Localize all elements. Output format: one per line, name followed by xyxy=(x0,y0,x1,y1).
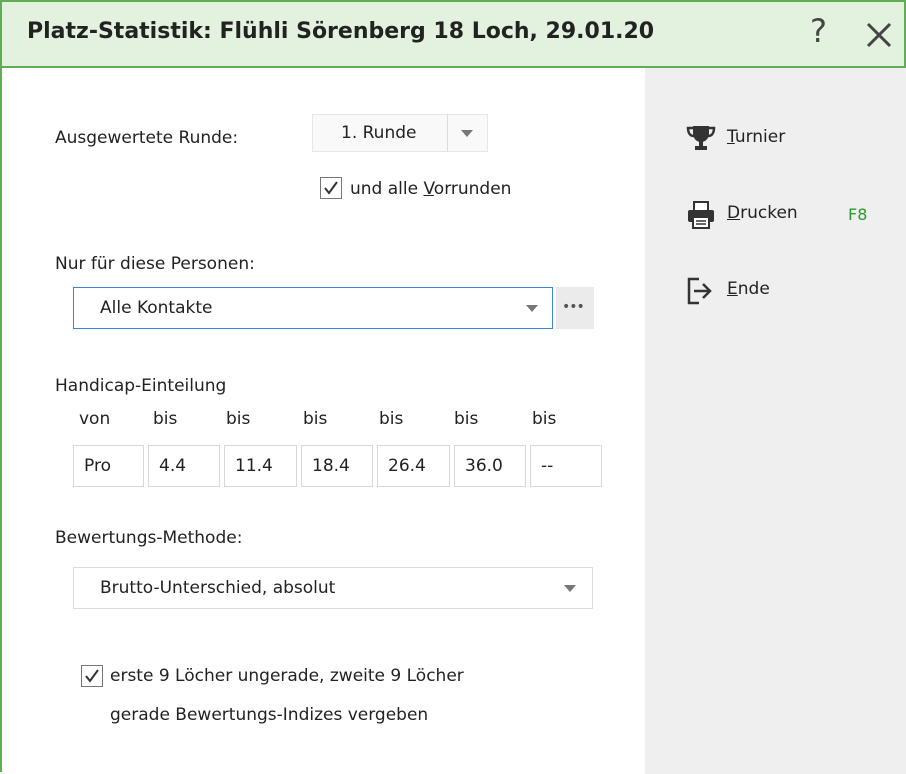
handicap-field-to-2[interactable]: 11.4 xyxy=(224,445,297,487)
print-button[interactable]: Drucken F8 xyxy=(685,199,885,229)
checkmark-icon xyxy=(324,181,338,195)
round-label: Ausgewertete Runde: xyxy=(55,128,239,148)
handicap-header-von: von xyxy=(79,409,111,429)
close-icon xyxy=(866,22,892,48)
handicap-field-to-3[interactable]: 18.4 xyxy=(301,445,373,487)
include-previous-rounds-label: und alle Vorrunden xyxy=(350,179,512,199)
handicap-header-bis-6: bis xyxy=(532,409,557,429)
chevron-down-icon xyxy=(526,305,538,312)
round-select-value: 1. Runde xyxy=(341,123,417,143)
handicap-header-bis-1: bis xyxy=(153,409,178,429)
persons-select-value: Alle Kontakte xyxy=(100,298,213,318)
handicap-header-bis-4: bis xyxy=(379,409,404,429)
trophy-icon xyxy=(686,126,716,150)
odd-even-index-label-line2: gerade Bewertungs-Indizes vergeben xyxy=(110,705,429,725)
handicap-field-to-6[interactable]: -- xyxy=(530,445,602,487)
include-previous-rounds-checkbox[interactable] xyxy=(320,177,342,199)
handicap-field-to-4[interactable]: 26.4 xyxy=(377,445,450,487)
chevron-down-icon xyxy=(564,585,576,592)
checkmark-icon xyxy=(85,669,99,683)
chevron-down-icon xyxy=(461,130,473,137)
handicap-header-bis-3: bis xyxy=(303,409,328,429)
handicap-header-bis-2: bis xyxy=(226,409,251,429)
method-select[interactable]: Brutto-Unterschied, absolut xyxy=(73,567,593,609)
exit-button[interactable]: Ende xyxy=(685,275,845,305)
method-label: Bewertungs-Methode: xyxy=(55,528,243,548)
persons-more-button[interactable]: ••• xyxy=(556,287,594,329)
persons-label: Nur für diese Personen: xyxy=(55,254,255,274)
round-select[interactable]: 1. Runde xyxy=(312,114,488,152)
exit-icon xyxy=(687,277,712,305)
handicap-field-to-5[interactable]: 36.0 xyxy=(454,445,526,487)
handicap-field-from[interactable]: Pro xyxy=(73,445,144,487)
handicap-header-bis-5: bis xyxy=(454,409,479,429)
printer-icon xyxy=(688,201,714,229)
help-button[interactable]: ? xyxy=(810,12,827,50)
persons-select[interactable]: Alle Kontakte xyxy=(73,287,553,329)
action-panel: Turnier Drucken F8 Ende xyxy=(645,68,906,774)
handicap-field-to-1[interactable]: 4.4 xyxy=(148,445,220,487)
close-button[interactable] xyxy=(862,18,896,52)
statistics-dialog: Platz-Statistik: Flühli Sörenberg 18 Loc… xyxy=(0,0,906,774)
odd-even-index-label-line1: erste 9 Löcher ungerade, zweite 9 Löcher xyxy=(110,666,464,686)
tournament-button[interactable]: Turnier xyxy=(685,123,845,153)
round-select-divider xyxy=(447,115,448,151)
handicap-label: Handicap-Einteilung xyxy=(55,376,227,396)
odd-even-index-checkbox[interactable] xyxy=(81,665,103,687)
print-button-label: Drucken xyxy=(727,203,798,223)
tournament-button-label: Turnier xyxy=(727,127,786,147)
more-icon: ••• xyxy=(562,299,585,315)
title-bar: Platz-Statistik: Flühli Sörenberg 18 Loc… xyxy=(2,2,904,68)
method-select-value: Brutto-Unterschied, absolut xyxy=(100,578,336,598)
window-title: Platz-Statistik: Flühli Sörenberg 18 Loc… xyxy=(27,19,655,44)
print-hotkey: F8 xyxy=(848,205,868,224)
exit-button-label: Ende xyxy=(727,279,770,299)
